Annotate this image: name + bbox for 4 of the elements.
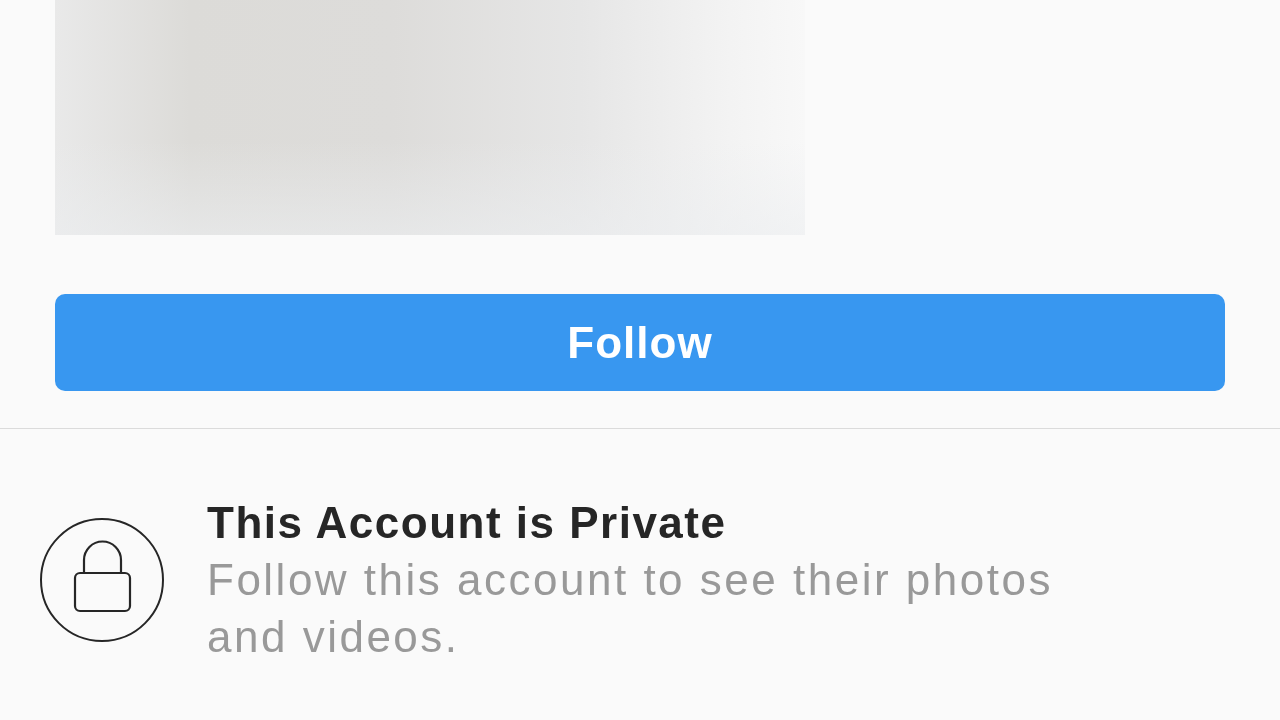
follow-button[interactable]: Follow <box>55 294 1225 391</box>
lock-icon <box>40 517 164 642</box>
private-account-message: Follow this account to see their photos and videos. <box>207 554 1054 663</box>
private-account-title: This Account is Private <box>207 497 728 549</box>
